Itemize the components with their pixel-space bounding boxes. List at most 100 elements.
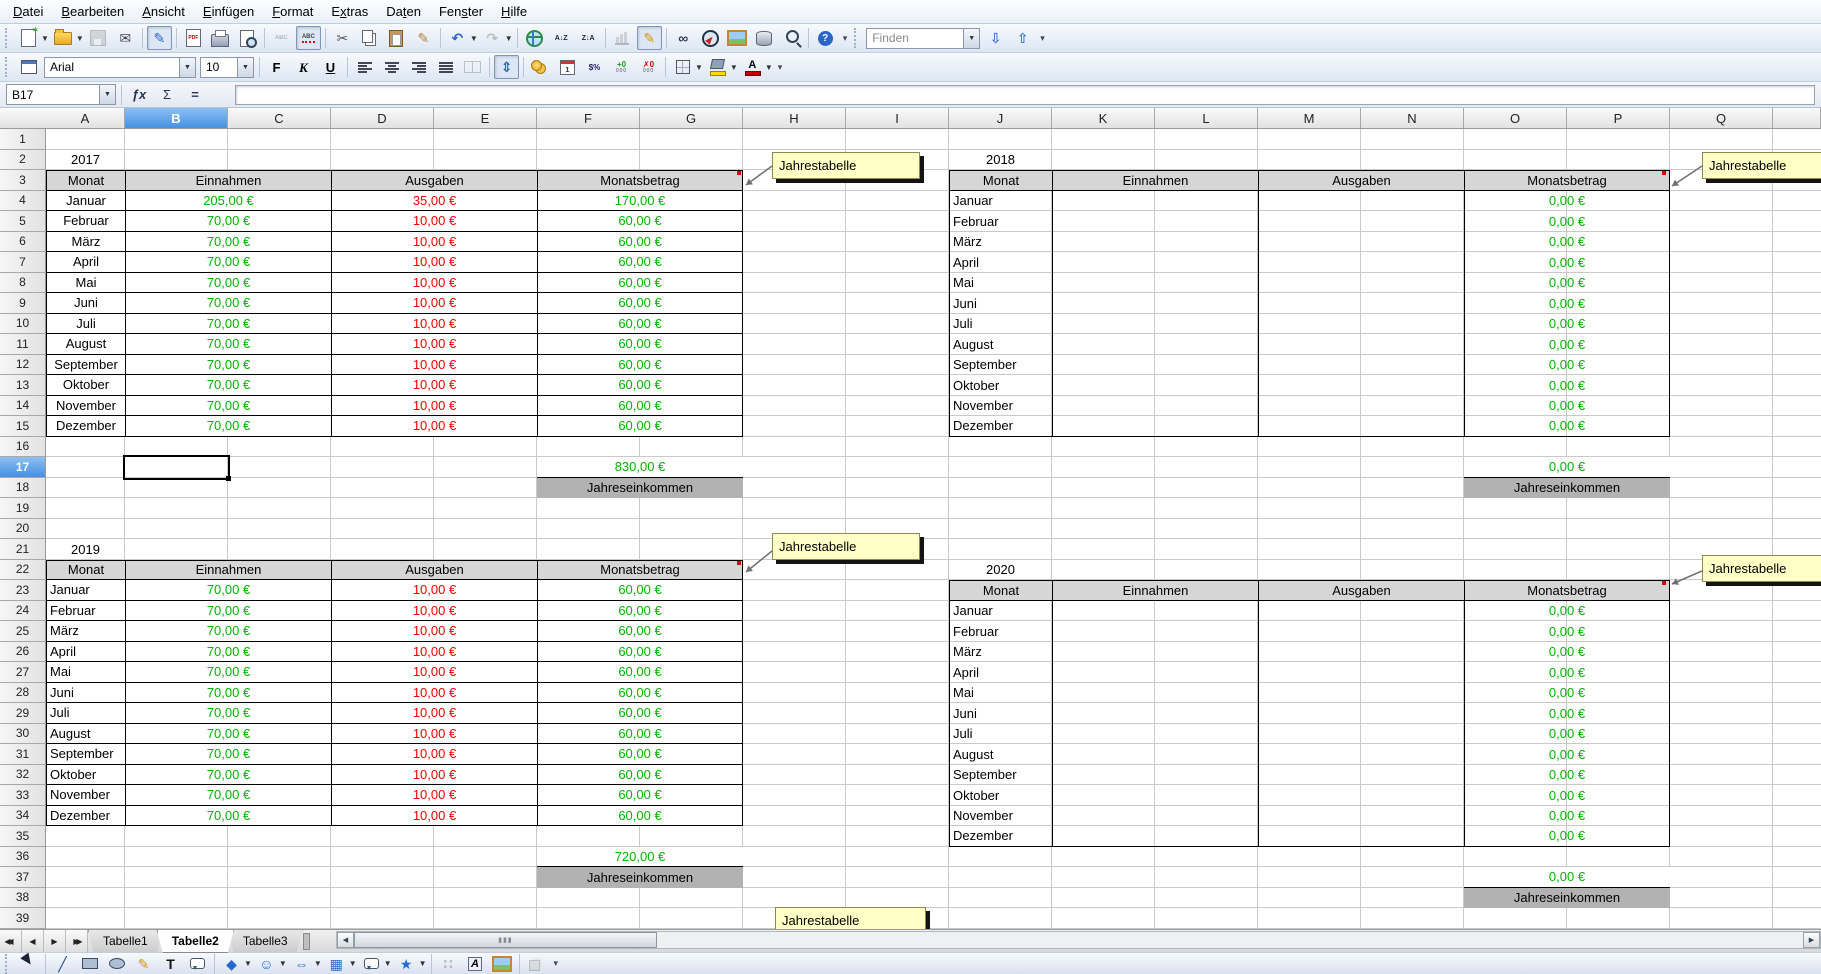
cell-month[interactable]: Oktober xyxy=(46,375,125,396)
cell-ausgaben[interactable]: 10,00 € xyxy=(331,273,537,294)
cell-month[interactable]: Juli xyxy=(46,703,125,724)
sum-icon[interactable]: Σ xyxy=(153,84,181,106)
cell-month[interactable]: Dezember xyxy=(949,826,1052,847)
cell-ausgaben[interactable]: 10,00 € xyxy=(331,252,537,273)
extrusion-icon[interactable] xyxy=(524,952,549,974)
row-header-26[interactable]: 26 xyxy=(0,642,45,663)
cell-month[interactable]: Oktober xyxy=(46,765,125,786)
cell-monatsbetrag[interactable]: 60,00 € xyxy=(537,785,743,806)
cell-monatsbetrag[interactable]: 0,00 € xyxy=(1464,601,1670,622)
text-icon[interactable]: T xyxy=(158,952,183,974)
undo-icon[interactable]: ↶ xyxy=(445,26,470,50)
datasource-icon[interactable] xyxy=(752,26,777,50)
font-size-dropdown-icon[interactable]: ▼ xyxy=(237,58,253,77)
cell-month[interactable]: November xyxy=(949,806,1052,827)
cell-einnahmen[interactable]: 70,00 € xyxy=(125,744,331,765)
cell-monatsbetrag[interactable]: 0,00 € xyxy=(1464,191,1670,212)
cell-month[interactable]: August xyxy=(949,334,1052,355)
cell-ausgaben[interactable] xyxy=(1258,252,1464,273)
column-header-E[interactable]: E xyxy=(434,108,537,128)
redo-icon[interactable]: ↷ xyxy=(480,26,505,50)
cell-jahressumme[interactable]: 0,00 € xyxy=(1464,457,1670,478)
cell-ausgaben[interactable] xyxy=(1258,765,1464,786)
cell-monatsbetrag[interactable]: 60,00 € xyxy=(537,744,743,765)
cell-monatsbetrag[interactable]: 0,00 € xyxy=(1464,252,1670,273)
table-header-cell[interactable]: Ausgaben xyxy=(331,560,537,581)
cell-einnahmen[interactable] xyxy=(1052,642,1258,663)
cell-monatsbetrag[interactable]: 0,00 € xyxy=(1464,416,1670,437)
cell-month[interactable]: Mai xyxy=(46,662,125,683)
cell-einnahmen[interactable] xyxy=(1052,375,1258,396)
column-header-O[interactable]: O xyxy=(1464,108,1567,128)
font-name-dropdown-icon[interactable]: ▼ xyxy=(179,58,195,77)
column-header-L[interactable]: L xyxy=(1155,108,1258,128)
cell-monatsbetrag[interactable]: 0,00 € xyxy=(1464,273,1670,294)
cell-month[interactable]: April xyxy=(46,642,125,663)
chart-icon[interactable] xyxy=(610,26,635,50)
cell-monatsbetrag[interactable]: 0,00 € xyxy=(1464,232,1670,253)
undo-icon-dropdown[interactable]: ▼ xyxy=(470,34,478,43)
italic-icon[interactable]: K xyxy=(291,55,316,79)
redo-icon-dropdown[interactable]: ▼ xyxy=(505,34,513,43)
row-header-34[interactable]: 34 xyxy=(0,806,45,827)
tab-scroll-first-icon[interactable]: ◀ xyxy=(0,930,22,953)
toolbar-grip[interactable] xyxy=(5,28,12,48)
name-box-dropdown-icon[interactable]: ▼ xyxy=(99,85,115,104)
row-header-25[interactable]: 25 xyxy=(0,621,45,642)
cell-monatsbetrag[interactable]: 60,00 € xyxy=(537,662,743,683)
cell-ausgaben[interactable] xyxy=(1258,703,1464,724)
cell-month[interactable]: September xyxy=(46,355,125,376)
menu-einfügen[interactable]: Einfügen xyxy=(194,2,263,21)
cell-month[interactable]: September xyxy=(46,744,125,765)
cell-monatsbetrag[interactable]: 60,00 € xyxy=(537,683,743,704)
table-header-cell[interactable]: Einnahmen xyxy=(1052,580,1258,601)
cell-ausgaben[interactable] xyxy=(1258,211,1464,232)
cell-einnahmen[interactable] xyxy=(1052,334,1258,355)
cell-ausgaben[interactable]: 10,00 € xyxy=(331,355,537,376)
cell-einnahmen[interactable] xyxy=(1052,416,1258,437)
menu-fenster[interactable]: Fenster xyxy=(430,2,492,21)
font-size-combo[interactable]: 10▼ xyxy=(200,57,254,78)
cell-einnahmen[interactable]: 70,00 € xyxy=(125,683,331,704)
cell-monatsbetrag[interactable]: 0,00 € xyxy=(1464,621,1670,642)
row-header-15[interactable]: 15 xyxy=(0,416,45,437)
cell-month[interactable]: November xyxy=(46,785,125,806)
row-header-36[interactable]: 36 xyxy=(0,847,45,868)
year-title[interactable]: 2020 xyxy=(949,560,1052,581)
stars-icon[interactable]: ★ xyxy=(394,952,419,974)
basic-shapes-icon[interactable]: ◆ xyxy=(219,952,244,974)
cell-month[interactable]: März xyxy=(949,232,1052,253)
from-file-icon[interactable] xyxy=(490,952,515,974)
select-icon[interactable] xyxy=(16,952,41,974)
row-header-11[interactable]: 11 xyxy=(0,334,45,355)
cell-monatsbetrag[interactable]: 60,00 € xyxy=(537,806,743,827)
cell-einnahmen[interactable] xyxy=(1052,273,1258,294)
column-header-I[interactable]: I xyxy=(846,108,949,128)
cell-ausgaben[interactable] xyxy=(1258,191,1464,212)
cell-month[interactable]: Dezember xyxy=(46,806,125,827)
table-header-cell[interactable]: Ausgaben xyxy=(1258,170,1464,191)
cell-jahressumme[interactable]: 720,00 € xyxy=(537,847,743,868)
sort-descending-icon[interactable]: Z↓A xyxy=(576,26,601,50)
cell-ausgaben[interactable] xyxy=(1258,744,1464,765)
cell-ausgaben[interactable]: 10,00 € xyxy=(331,580,537,601)
row-header-22[interactable]: 22 xyxy=(0,560,45,581)
column-header-partial[interactable] xyxy=(1773,108,1821,128)
cell-monatsbetrag[interactable]: 0,00 € xyxy=(1464,724,1670,745)
cell-einnahmen[interactable]: 70,00 € xyxy=(125,314,331,335)
row-header-9[interactable]: 9 xyxy=(0,293,45,314)
background-color-icon-dropdown[interactable]: ▼ xyxy=(730,63,738,72)
cell-month[interactable]: Mai xyxy=(949,683,1052,704)
basic-shapes-icon-dropdown[interactable]: ▼ xyxy=(244,959,252,968)
cell-month[interactable]: Februar xyxy=(949,211,1052,232)
row-header-27[interactable]: 27 xyxy=(0,662,45,683)
row-header-21[interactable]: 21 xyxy=(0,539,45,560)
cell-ausgaben[interactable] xyxy=(1258,724,1464,745)
merge-cells-icon[interactable] xyxy=(460,55,485,79)
cell-einnahmen[interactable] xyxy=(1052,683,1258,704)
fontwork-gallery-icon[interactable]: A xyxy=(463,952,488,974)
cell-month[interactable]: Juli xyxy=(46,314,125,335)
cell-einnahmen[interactable] xyxy=(1052,355,1258,376)
toolbar-grip[interactable] xyxy=(5,954,12,974)
cell-ausgaben[interactable]: 10,00 € xyxy=(331,314,537,335)
